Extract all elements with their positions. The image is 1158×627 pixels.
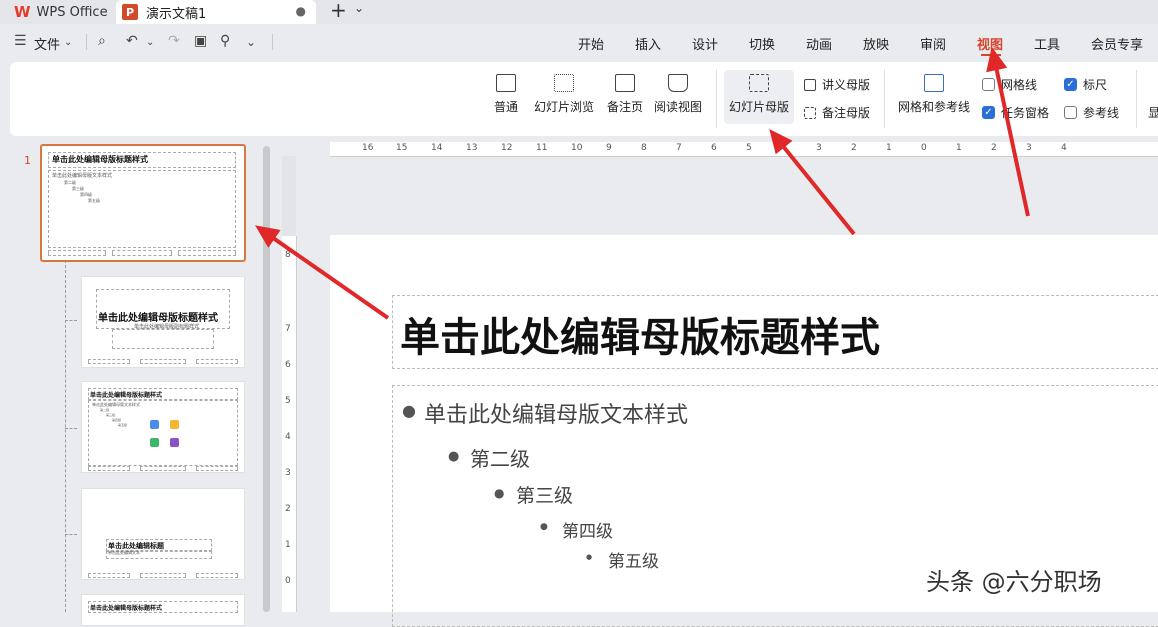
annotation-arrow-line bbox=[272, 236, 390, 320]
annotation-arrow-line bbox=[994, 69, 1030, 217]
annotation-arrow-line bbox=[782, 145, 856, 236]
annotation-arrows bbox=[255, 46, 1030, 320]
annotation-arrow-head bbox=[255, 225, 281, 248]
annotation-arrow-head bbox=[986, 46, 1008, 73]
